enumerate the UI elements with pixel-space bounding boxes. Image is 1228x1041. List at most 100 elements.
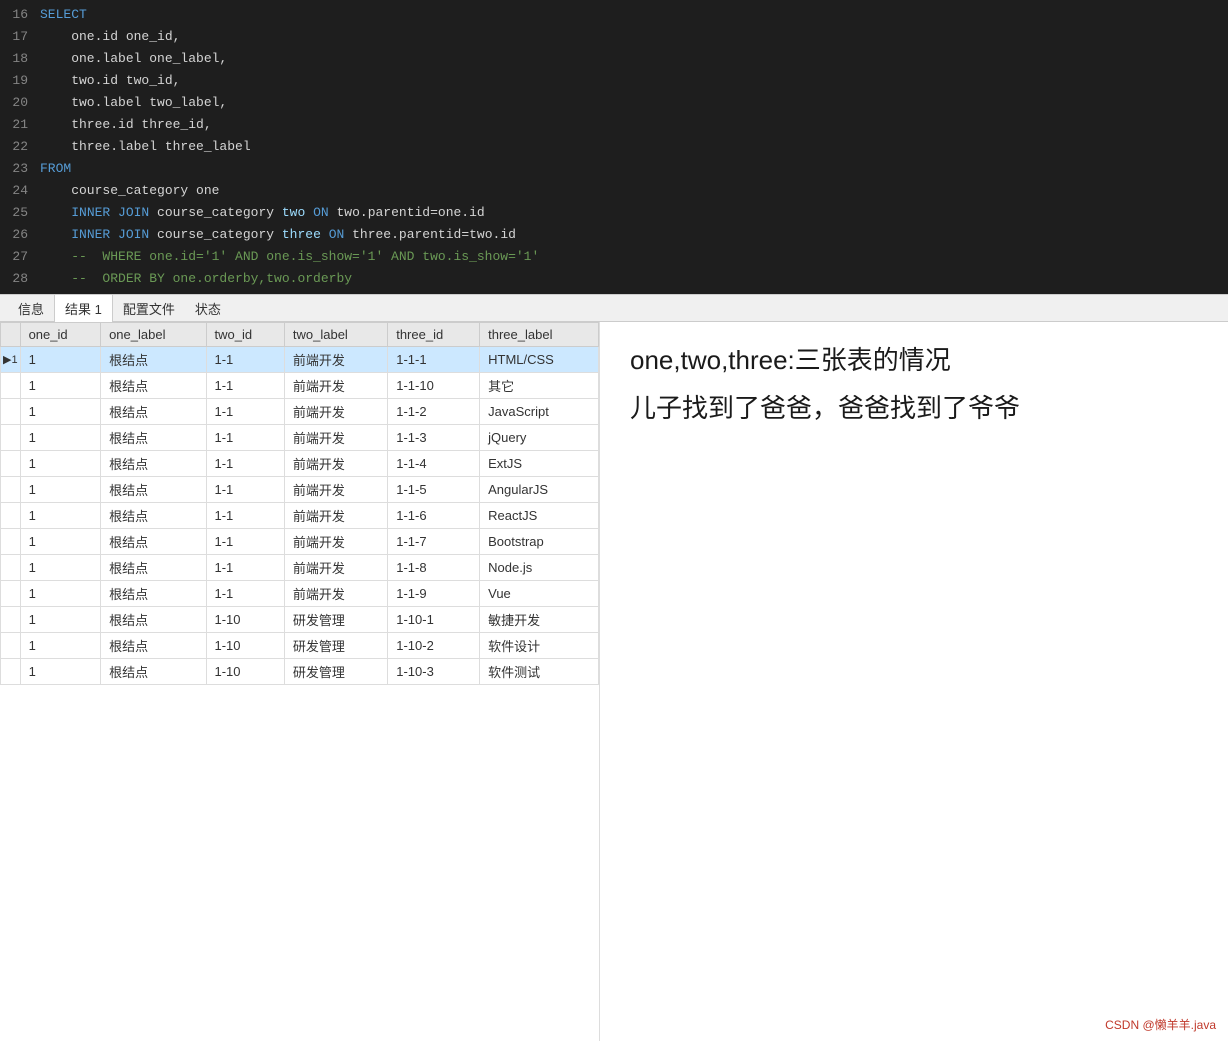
table-cell: 根结点 xyxy=(101,399,206,425)
table-cell: ExtJS xyxy=(480,451,599,477)
app-container: 16SELECT17 one.id one_id,18 one.label on… xyxy=(0,0,1228,1041)
table-cell: 1 xyxy=(20,607,101,633)
results-table-area: one_idone_labeltwo_idtwo_labelthree_idth… xyxy=(0,322,600,1041)
line-number: 28 xyxy=(0,268,40,290)
line-content: three.label three_label xyxy=(40,136,1228,158)
line-content: SELECT xyxy=(40,4,1228,26)
table-cell: Bootstrap xyxy=(480,529,599,555)
table-cell: 其它 xyxy=(480,373,599,399)
table-cell: 1-1-6 xyxy=(388,503,480,529)
line-number: 17 xyxy=(0,26,40,48)
table-cell: 1-10-1 xyxy=(388,607,480,633)
tab-item[interactable]: 信息 xyxy=(8,295,54,322)
table-cell xyxy=(1,607,21,633)
table-cell: 软件设计 xyxy=(480,633,599,659)
watermark: CSDN @懒羊羊.java xyxy=(1105,1016,1216,1033)
table-cell: 根结点 xyxy=(101,373,206,399)
table-cell: AngularJS xyxy=(480,477,599,503)
table-cell: 1 xyxy=(20,581,101,607)
line-content: two.label two_label, xyxy=(40,92,1228,114)
line-number: 16 xyxy=(0,4,40,26)
table-cell: 前端开发 xyxy=(284,347,387,373)
code-line: 16SELECT xyxy=(0,4,1228,26)
table-cell: 1 xyxy=(20,425,101,451)
table-row[interactable]: ▶11根结点1-1前端开发1-1-1HTML/CSS xyxy=(1,347,599,373)
table-cell: 1-1 xyxy=(206,425,284,451)
table-cell: 1 xyxy=(20,373,101,399)
line-content: one.id one_id, xyxy=(40,26,1228,48)
table-row[interactable]: 1根结点1-1前端开发1-1-3jQuery xyxy=(1,425,599,451)
table-cell: 1-1 xyxy=(206,399,284,425)
table-row[interactable]: 1根结点1-1前端开发1-1-5AngularJS xyxy=(1,477,599,503)
table-row[interactable]: 1根结点1-1前端开发1-1-7Bootstrap xyxy=(1,529,599,555)
table-cell: 1-1 xyxy=(206,347,284,373)
code-line: 20 two.label two_label, xyxy=(0,92,1228,114)
line-content: course_category one xyxy=(40,180,1228,202)
code-line: 25 INNER JOIN course_category two ON two… xyxy=(0,202,1228,224)
table-cell: 1-1-4 xyxy=(388,451,480,477)
tabs-bar: 信息结果 1配置文件状态 xyxy=(0,294,1228,322)
table-row[interactable]: 1根结点1-10研发管理1-10-2软件设计 xyxy=(1,633,599,659)
line-content: INNER JOIN course_category three ON thre… xyxy=(40,224,1228,246)
table-cell: 1 xyxy=(20,477,101,503)
line-number: 21 xyxy=(0,114,40,136)
line-number: 25 xyxy=(0,202,40,224)
table-cell: 1-1 xyxy=(206,451,284,477)
code-line: 17 one.id one_id, xyxy=(0,26,1228,48)
table-cell: 根结点 xyxy=(101,425,206,451)
line-content: FROM xyxy=(40,158,1228,180)
table-cell xyxy=(1,399,21,425)
line-number: 20 xyxy=(0,92,40,114)
table-cell: 根结点 xyxy=(101,633,206,659)
table-cell: 1 xyxy=(20,399,101,425)
table-row[interactable]: 1根结点1-1前端开发1-1-6ReactJS xyxy=(1,503,599,529)
table-row[interactable]: 1根结点1-1前端开发1-1-10其它 xyxy=(1,373,599,399)
line-number: 18 xyxy=(0,48,40,70)
table-header: two_label xyxy=(284,323,387,347)
table-cell: 根结点 xyxy=(101,451,206,477)
table-cell: 前端开发 xyxy=(284,555,387,581)
table-cell: 1 xyxy=(20,451,101,477)
table-row[interactable]: 1根结点1-1前端开发1-1-2JavaScript xyxy=(1,399,599,425)
table-cell: jQuery xyxy=(480,425,599,451)
line-content: one.label one_label, xyxy=(40,48,1228,70)
line-number: 19 xyxy=(0,70,40,92)
table-header: one_label xyxy=(101,323,206,347)
table-cell: 前端开发 xyxy=(284,503,387,529)
table-cell: 前端开发 xyxy=(284,399,387,425)
table-cell: 研发管理 xyxy=(284,607,387,633)
table-header: one_id xyxy=(20,323,101,347)
table-cell: 根结点 xyxy=(101,477,206,503)
table-cell: 1-1-7 xyxy=(388,529,480,555)
table-cell: 根结点 xyxy=(101,555,206,581)
table-cell: 1-1 xyxy=(206,529,284,555)
table-cell: 1 xyxy=(20,633,101,659)
line-content: three.id three_id, xyxy=(40,114,1228,136)
tab-item[interactable]: 结果 1 xyxy=(54,294,113,323)
table-cell xyxy=(1,581,21,607)
table-row[interactable]: 1根结点1-10研发管理1-10-3软件测试 xyxy=(1,659,599,685)
table-cell: 1-1 xyxy=(206,373,284,399)
tab-item[interactable]: 状态 xyxy=(185,295,231,322)
table-cell: JavaScript xyxy=(480,399,599,425)
code-line: 28 -- ORDER BY one.orderby,two.orderby xyxy=(0,268,1228,290)
table-header: three_label xyxy=(480,323,599,347)
table-cell: 1-1-9 xyxy=(388,581,480,607)
table-row[interactable]: 1根结点1-1前端开发1-1-4ExtJS xyxy=(1,451,599,477)
table-cell: 根结点 xyxy=(101,529,206,555)
code-line: 22 three.label three_label xyxy=(0,136,1228,158)
table-cell: Node.js xyxy=(480,555,599,581)
table-row[interactable]: 1根结点1-10研发管理1-10-1敏捷开发 xyxy=(1,607,599,633)
table-cell xyxy=(1,425,21,451)
line-number: 27 xyxy=(0,246,40,268)
table-cell: 前端开发 xyxy=(284,581,387,607)
table-cell xyxy=(1,529,21,555)
table-row[interactable]: 1根结点1-1前端开发1-1-9Vue xyxy=(1,581,599,607)
tab-item[interactable]: 配置文件 xyxy=(113,295,185,322)
table-row[interactable]: 1根结点1-1前端开发1-1-8Node.js xyxy=(1,555,599,581)
table-cell: 根结点 xyxy=(101,503,206,529)
table-cell: 1-1 xyxy=(206,555,284,581)
table-cell: 1 xyxy=(20,659,101,685)
table-cell: 敏捷开发 xyxy=(480,607,599,633)
annotation-subtitle: 儿子找到了爸爸，爸爸找到了爷爷 xyxy=(630,390,1198,426)
